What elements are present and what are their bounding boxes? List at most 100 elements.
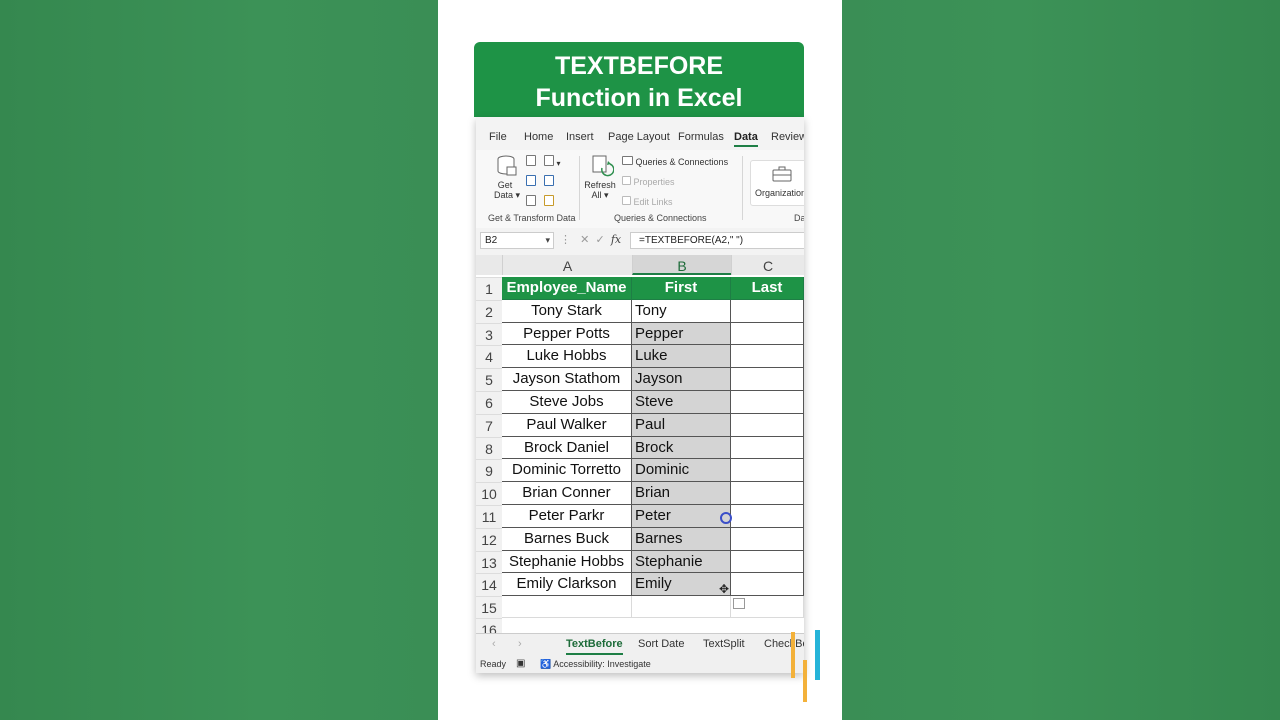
employee-name-cell[interactable]: Steve Jobs [502, 391, 632, 414]
employee-name-cell[interactable]: Brock Daniel [502, 436, 632, 460]
tab-data[interactable]: Data [734, 131, 758, 147]
first-name-cell[interactable]: Brian [632, 482, 731, 505]
scroll-left-icon[interactable]: ‹ [492, 638, 496, 650]
existing-connections-icon[interactable] [544, 175, 554, 188]
row-header[interactable]: 9 [476, 459, 502, 483]
name-box[interactable]: B2 ▾ [480, 232, 554, 249]
header-cell-first[interactable]: First [632, 277, 731, 300]
first-name-cell[interactable]: Emily [632, 573, 731, 597]
sheet-tab-textbefore[interactable]: TextBefore [566, 638, 623, 655]
last-name-cell[interactable] [731, 299, 804, 323]
last-name-cell[interactable] [731, 527, 804, 551]
row-header[interactable]: 15 [476, 595, 502, 619]
first-name-cell[interactable]: Paul [632, 413, 731, 437]
row-header[interactable]: 8 [476, 436, 502, 460]
row-header[interactable]: 10 [476, 482, 502, 505]
last-name-cell[interactable] [731, 482, 804, 505]
refresh-all-button[interactable]: Refresh All ▾ [584, 180, 616, 201]
row-header[interactable]: 3 [476, 322, 502, 346]
employee-name-cell[interactable]: Peter Parkr [502, 505, 632, 528]
last-name-cell[interactable] [731, 413, 804, 437]
edit-links-button[interactable]: Edit Links [622, 196, 673, 207]
empty-cell[interactable] [502, 595, 632, 619]
employee-name-cell[interactable]: Luke Hobbs [502, 345, 632, 369]
quick-analysis-icon[interactable] [733, 598, 745, 609]
tab-formulas[interactable]: Formulas [678, 131, 724, 143]
last-name-cell[interactable] [731, 322, 804, 346]
sheet-tab-checkbox[interactable]: CheckBo [764, 638, 804, 650]
column-header-b[interactable]: B [632, 255, 731, 275]
employee-name-cell[interactable]: Tony Stark [502, 299, 632, 323]
scroll-right-icon[interactable]: › [518, 638, 522, 650]
row-header[interactable]: 14 [476, 573, 502, 597]
first-name-cell[interactable]: Barnes [632, 527, 731, 551]
from-text-icon[interactable] [526, 155, 536, 168]
row-header[interactable]: 6 [476, 391, 502, 414]
employee-name-cell[interactable]: Paul Walker [502, 413, 632, 437]
last-name-cell[interactable] [731, 345, 804, 369]
from-table-icon[interactable] [526, 195, 536, 208]
first-name-cell[interactable]: Pepper [632, 322, 731, 346]
last-name-cell[interactable] [731, 573, 804, 597]
row-header[interactable]: 16 [476, 618, 502, 633]
enter-icon[interactable]: ✓ [596, 234, 605, 246]
employee-name-cell[interactable]: Stephanie Hobbs [502, 550, 632, 574]
tab-page-layout[interactable]: Page Layout [608, 131, 670, 143]
first-name-cell[interactable]: Stephanie [632, 550, 731, 574]
tab-insert[interactable]: Insert [566, 131, 594, 143]
employee-name-cell[interactable]: Jayson Stathom [502, 368, 632, 391]
from-web-icon[interactable] [526, 175, 536, 188]
employee-name-cell[interactable]: Brian Conner [502, 482, 632, 505]
tab-review[interactable]: Review [771, 131, 804, 143]
row-header[interactable]: 13 [476, 550, 502, 574]
employee-name-cell[interactable]: Emily Clarkson [502, 573, 632, 597]
column-header-a[interactable]: A [502, 255, 632, 275]
empty-cell[interactable] [632, 595, 731, 619]
first-name-cell[interactable]: Peter [632, 505, 731, 528]
first-name-cell[interactable]: Steve [632, 391, 731, 414]
recent-sources-icon[interactable]: ▾ [544, 155, 561, 168]
first-name-cell[interactable]: Dominic [632, 459, 731, 483]
first-name-cell[interactable]: Luke [632, 345, 731, 369]
formula-input[interactable]: =TEXTBEFORE(A2," ") [630, 232, 804, 249]
get-data-button[interactable]: Get Data ▾ [494, 180, 520, 201]
more-icon[interactable]: ⋮ [560, 234, 571, 246]
row-header[interactable]: 2 [476, 299, 502, 323]
macro-record-icon[interactable]: ▣ [516, 658, 525, 669]
header-cell-last[interactable]: Last [731, 277, 804, 300]
last-name-cell[interactable] [731, 505, 804, 528]
header-cell-employee-name[interactable]: Employee_Name [502, 277, 632, 300]
last-name-cell[interactable] [731, 436, 804, 460]
sheet-tab-textsplit[interactable]: TextSplit [703, 638, 745, 650]
sheet-tab-sort-date[interactable]: Sort Date [638, 638, 684, 650]
row-header[interactable]: 12 [476, 527, 502, 551]
row-header[interactable]: 7 [476, 413, 502, 437]
chevron-down-icon[interactable]: ▾ [545, 233, 550, 248]
cancel-icon[interactable]: ✕ [580, 234, 589, 246]
tab-home[interactable]: Home [524, 131, 553, 143]
file-icon[interactable] [544, 195, 554, 208]
column-header-c[interactable]: C [731, 255, 804, 275]
right-background [842, 0, 1280, 720]
employee-name-cell[interactable]: Pepper Potts [502, 322, 632, 346]
first-name-cell[interactable]: Tony [632, 299, 731, 323]
last-name-cell[interactable] [731, 391, 804, 414]
first-name-cell[interactable]: Jayson [632, 368, 731, 391]
properties-button[interactable]: Properties [622, 176, 675, 187]
tab-file[interactable]: File [489, 131, 507, 143]
row-header[interactable]: 11 [476, 505, 502, 528]
row-header[interactable]: 1 [476, 277, 502, 300]
select-all-corner[interactable] [476, 255, 502, 275]
employee-name-cell[interactable]: Barnes Buck [502, 527, 632, 551]
last-name-cell[interactable] [731, 459, 804, 483]
row-header[interactable]: 5 [476, 368, 502, 391]
row-header[interactable]: 4 [476, 345, 502, 369]
insert-function-icon[interactable]: fx [611, 233, 621, 246]
last-name-cell[interactable] [731, 550, 804, 574]
last-name-cell[interactable] [731, 368, 804, 391]
accessibility-status[interactable]: ♿ Accessibility: Investigate [540, 659, 651, 670]
first-name-cell[interactable]: Brock [632, 436, 731, 460]
organization-button[interactable]: Organization [750, 160, 804, 206]
queries-connections-button[interactable]: Queries & Connections [622, 156, 728, 167]
employee-name-cell[interactable]: Dominic Torretto [502, 459, 632, 483]
